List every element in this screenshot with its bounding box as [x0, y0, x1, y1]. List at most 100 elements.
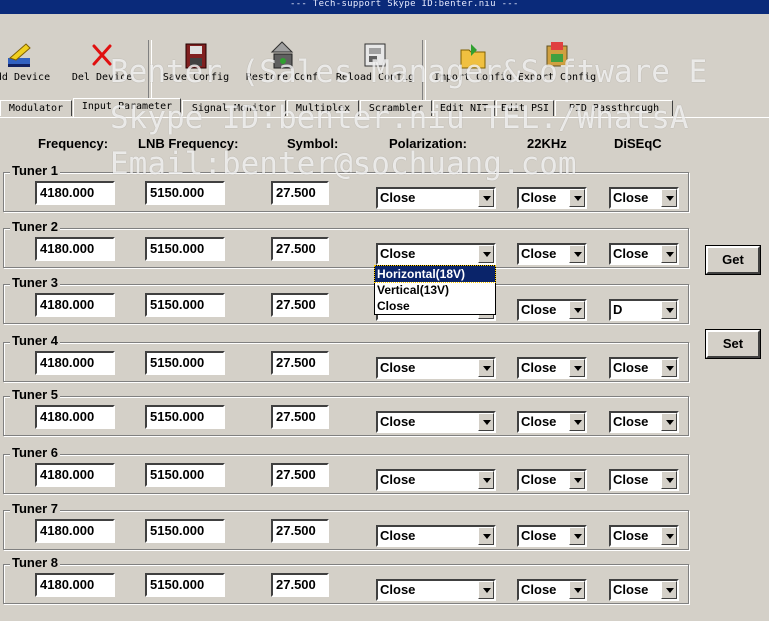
22khz-select[interactable]: Close [517, 411, 587, 433]
tuner-label: Tuner 6 [10, 445, 60, 460]
frequency-input[interactable]: 4180.000 [35, 181, 115, 205]
22khz-select[interactable]: Close [517, 357, 587, 379]
lnb-frequency-input[interactable]: 5150.000 [145, 463, 225, 487]
polarization-select[interactable]: Close [376, 525, 496, 547]
frequency-input[interactable]: 4180.000 [35, 463, 115, 487]
22khz-select[interactable]: Close [517, 579, 587, 601]
chevron-down-icon[interactable] [569, 245, 585, 263]
polarization-value: Close [380, 360, 416, 375]
lnb-frequency-input[interactable]: 5150.000 [145, 405, 225, 429]
diseqc-select[interactable]: Close [609, 469, 679, 491]
diseqc-select[interactable]: Close [609, 357, 679, 379]
chevron-down-icon[interactable] [569, 471, 585, 489]
tuner-group-6: Tuner 6 4180.000 5150.000 27.500 Close C… [3, 446, 689, 494]
chevron-down-icon[interactable] [478, 245, 494, 263]
frequency-input[interactable]: 4180.000 [35, 293, 115, 317]
symbol-input[interactable]: 27.500 [271, 237, 329, 261]
frequency-input[interactable]: 4180.000 [35, 237, 115, 261]
chevron-down-icon[interactable] [478, 527, 494, 545]
symbol-input[interactable]: 27.500 [271, 351, 329, 375]
polarization-value: Close [380, 472, 416, 487]
symbol-input[interactable]: 27.500 [271, 519, 329, 543]
diseqc-select[interactable]: D [609, 299, 679, 321]
polarization-select[interactable]: Close [376, 187, 496, 209]
chevron-down-icon[interactable] [661, 471, 677, 489]
chevron-down-icon[interactable] [569, 527, 585, 545]
symbol-input[interactable]: 27.500 [271, 181, 329, 205]
polarization-select[interactable]: Close [376, 469, 496, 491]
lnb-frequency-input[interactable]: 5150.000 [145, 573, 225, 597]
chevron-down-icon[interactable] [661, 527, 677, 545]
22khz-value: Close [521, 528, 557, 543]
22khz-select[interactable]: Close [517, 525, 587, 547]
tuner-group-4: Tuner 4 4180.000 5150.000 27.500 Close C… [3, 334, 689, 382]
22khz-value: Close [521, 472, 557, 487]
chevron-down-icon[interactable] [569, 413, 585, 431]
22khz-value: Close [521, 246, 557, 261]
window-title: --- Tech-support Skype ID:benter.niu --- [290, 0, 519, 9]
header-diseqc: DiSEqC [614, 136, 662, 151]
window-title-bar: --- Tech-support Skype ID:benter.niu --- [0, 0, 769, 14]
chevron-down-icon[interactable] [661, 245, 677, 263]
add-device-button[interactable]: Add Device [0, 38, 60, 96]
symbol-input[interactable]: 27.500 [271, 463, 329, 487]
set-button[interactable]: Set [705, 329, 761, 359]
polarization-dropdown-list: Horizontal(18V) Vertical(13V) Close [374, 265, 496, 315]
chevron-down-icon[interactable] [661, 301, 677, 319]
tuner-group-3: Tuner 3 4180.000 5150.000 27.500 Close D [3, 276, 689, 324]
diseqc-select[interactable]: Close [609, 243, 679, 265]
22khz-select[interactable]: Close [517, 243, 587, 265]
diseqc-select[interactable]: Close [609, 525, 679, 547]
chevron-down-icon[interactable] [478, 471, 494, 489]
lnb-frequency-input[interactable]: 5150.000 [145, 181, 225, 205]
diseqc-value: Close [613, 582, 649, 597]
chevron-down-icon[interactable] [478, 359, 494, 377]
tuner-group-7: Tuner 7 4180.000 5150.000 27.500 Close C… [3, 502, 689, 550]
diseqc-select[interactable]: Close [609, 411, 679, 433]
diseqc-select[interactable]: Close [609, 579, 679, 601]
symbol-input[interactable]: 27.500 [271, 573, 329, 597]
add-device-icon [8, 43, 31, 67]
lnb-frequency-input[interactable]: 5150.000 [145, 293, 225, 317]
tuner-group-5: Tuner 5 4180.000 5150.000 27.500 Close C… [3, 388, 689, 436]
polarization-select[interactable]: Close [376, 243, 496, 265]
chevron-down-icon[interactable] [569, 301, 585, 319]
diseqc-value: Close [613, 528, 649, 543]
22khz-select[interactable]: Close [517, 187, 587, 209]
22khz-select[interactable]: Close [517, 299, 587, 321]
chevron-down-icon[interactable] [661, 359, 677, 377]
symbol-input[interactable]: 27.500 [271, 293, 329, 317]
22khz-value: Close [521, 360, 557, 375]
chevron-down-icon[interactable] [569, 189, 585, 207]
watermark-line-3: Email:benter@sochuang.com [110, 146, 577, 182]
lnb-frequency-input[interactable]: 5150.000 [145, 351, 225, 375]
22khz-select[interactable]: Close [517, 469, 587, 491]
chevron-down-icon[interactable] [478, 413, 494, 431]
frequency-input[interactable]: 4180.000 [35, 573, 115, 597]
frequency-input[interactable]: 4180.000 [35, 405, 115, 429]
tab-modulator[interactable]: Modulator [0, 100, 72, 116]
chevron-down-icon[interactable] [661, 189, 677, 207]
frequency-input[interactable]: 4180.000 [35, 519, 115, 543]
22khz-value: Close [521, 190, 557, 205]
get-button[interactable]: Get [705, 245, 761, 275]
chevron-down-icon[interactable] [478, 189, 494, 207]
chevron-down-icon[interactable] [569, 581, 585, 599]
lnb-frequency-input[interactable]: 5150.000 [145, 519, 225, 543]
polarization-select[interactable]: Close [376, 357, 496, 379]
chevron-down-icon[interactable] [478, 581, 494, 599]
chevron-down-icon[interactable] [661, 413, 677, 431]
diseqc-value: Close [613, 246, 649, 261]
dropdown-option-vertical[interactable]: Vertical(13V) [375, 282, 495, 298]
chevron-down-icon[interactable] [661, 581, 677, 599]
symbol-input[interactable]: 27.500 [271, 405, 329, 429]
lnb-frequency-input[interactable]: 5150.000 [145, 237, 225, 261]
dropdown-option-close[interactable]: Close [375, 298, 495, 314]
dropdown-option-horizontal[interactable]: Horizontal(18V) [374, 265, 496, 283]
polarization-select[interactable]: Close [376, 411, 496, 433]
chevron-down-icon[interactable] [569, 359, 585, 377]
polarization-select[interactable]: Close [376, 579, 496, 601]
22khz-value: Close [521, 302, 557, 317]
frequency-input[interactable]: 4180.000 [35, 351, 115, 375]
diseqc-select[interactable]: Close [609, 187, 679, 209]
